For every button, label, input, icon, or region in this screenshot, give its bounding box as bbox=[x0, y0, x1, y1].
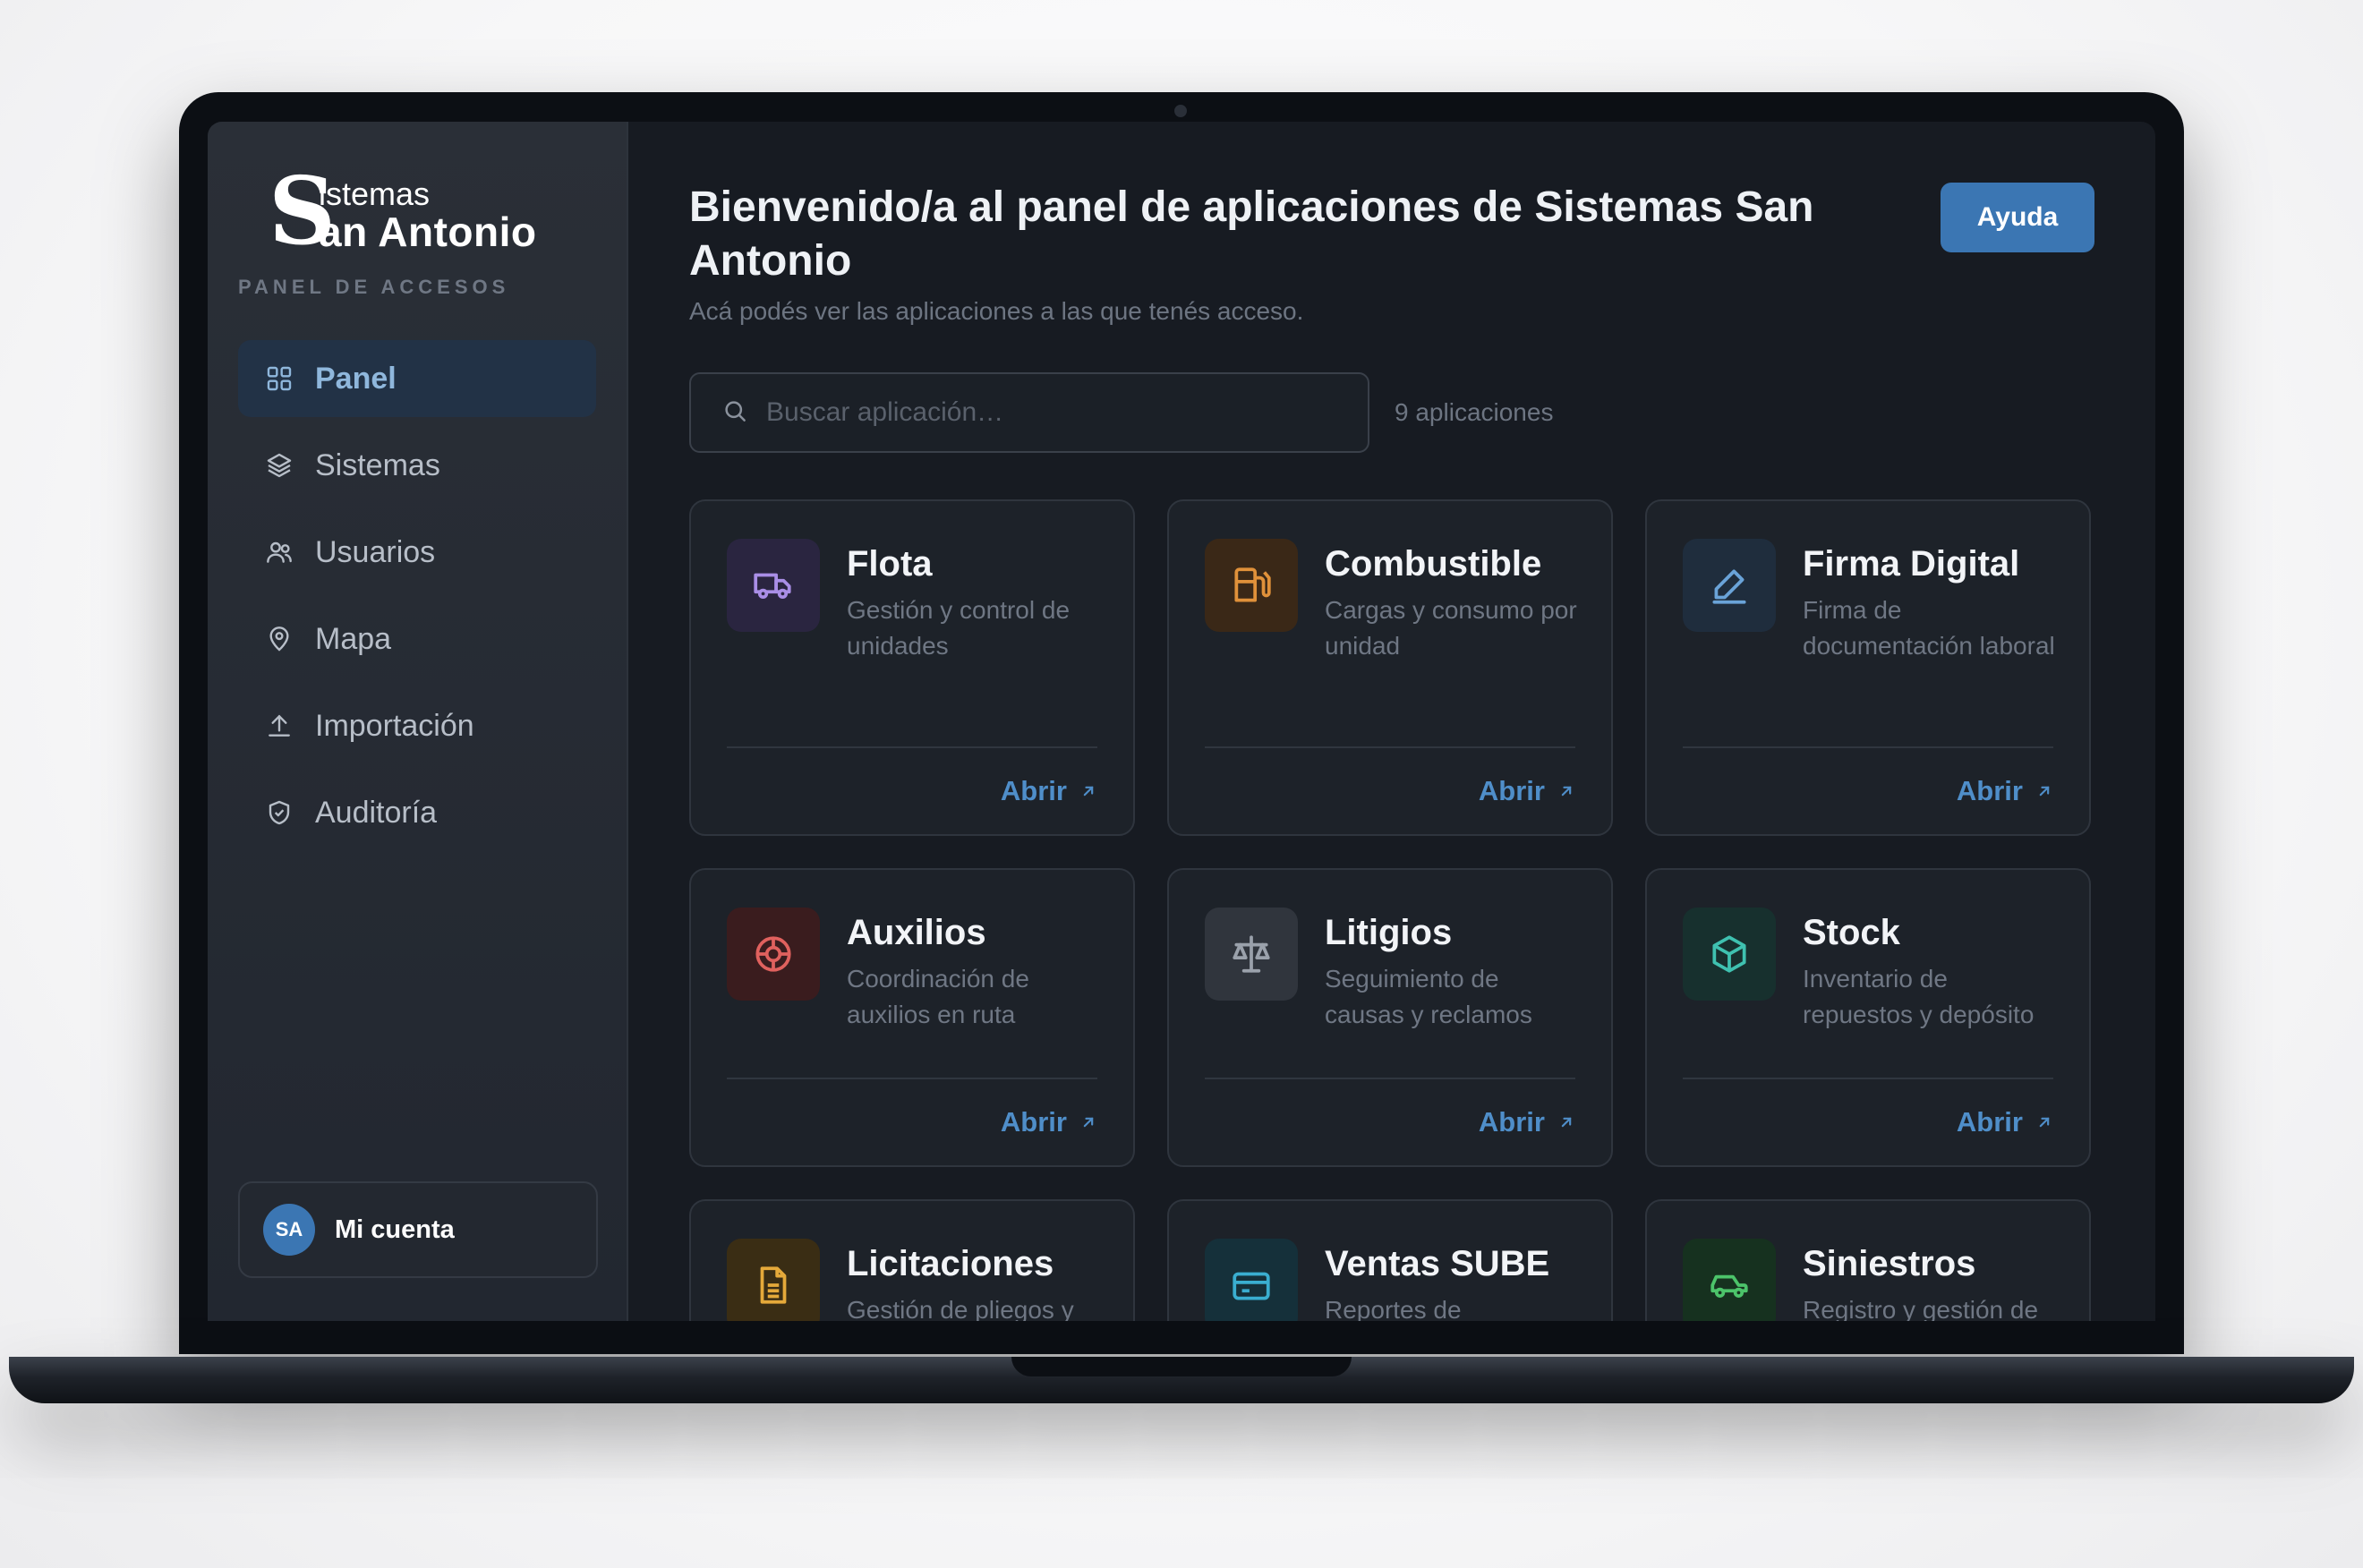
app-card-flota[interactable]: Flota Gestión y control de unidades Abri… bbox=[689, 499, 1135, 836]
external-arrow-icon bbox=[1083, 1117, 1094, 1128]
sidebar-item-label: Usuarios bbox=[315, 534, 436, 569]
sidebar-item-label: Importación bbox=[315, 708, 474, 743]
shield-check-icon bbox=[263, 797, 295, 829]
open-label: Abrir bbox=[1956, 1106, 2023, 1138]
sidebar-item-label: Mapa bbox=[315, 621, 392, 656]
search-box[interactable] bbox=[689, 372, 1369, 453]
app-title: Stock bbox=[1803, 913, 1900, 952]
app-title: Ventas SUBE bbox=[1325, 1244, 1550, 1283]
app-card-ventas-sube[interactable]: Ventas SUBE Reportes de bbox=[1167, 1199, 1613, 1321]
sidebar-item-label: Panel bbox=[315, 361, 397, 396]
app-count: 9 aplicaciones bbox=[1395, 398, 1554, 426]
section-label: PANEL DE ACCESOS bbox=[238, 276, 510, 298]
app-description: Inventario de repuestos y depósito bbox=[1803, 965, 2035, 1028]
app-description: Registro y gestión de bbox=[1803, 1296, 2039, 1321]
app-description: Gestión y control de unidades bbox=[847, 596, 1071, 660]
brand-logo[interactable]: S istemas an Antonio bbox=[269, 165, 596, 270]
external-arrow-icon bbox=[2039, 786, 2050, 797]
open-label: Abrir bbox=[1478, 775, 1545, 806]
open-link[interactable]: Abrir bbox=[1001, 775, 1097, 807]
sidebar-nav: Panel Sistemas Usuarios Mapa Importación… bbox=[238, 340, 596, 851]
app-card-licitaciones[interactable]: Licitaciones Gestión de pliegos y bbox=[689, 1199, 1135, 1321]
sidebar-item-label: Sistemas bbox=[315, 447, 440, 482]
page-title: Bienvenido/a al panel de aplicaciones de… bbox=[689, 183, 1814, 285]
sidebar: S istemas an Antonio PANEL DE ACCESOS Pa… bbox=[208, 122, 628, 1321]
open-label: Abrir bbox=[1956, 775, 2023, 806]
sidebar-item-mapa[interactable]: Mapa bbox=[238, 601, 596, 677]
open-link[interactable]: Abrir bbox=[1001, 1106, 1097, 1138]
app-description: Coordinación de auxilios en ruta bbox=[847, 965, 1029, 1028]
app-description: Reportes de bbox=[1325, 1296, 1462, 1321]
map-pin-icon bbox=[263, 623, 295, 655]
sidebar-item-usuarios[interactable]: Usuarios bbox=[238, 514, 596, 591]
apps-grid: Flota Gestión y control de unidades Abri… bbox=[689, 499, 2094, 1321]
sidebar-item-panel[interactable]: Panel bbox=[238, 340, 596, 417]
box-icon bbox=[1683, 908, 1776, 1001]
app-card-combustible[interactable]: Combustible Cargas y consumo por unidad … bbox=[1167, 499, 1613, 836]
scale-icon bbox=[1205, 908, 1298, 1001]
users-icon bbox=[263, 536, 295, 568]
grid-icon bbox=[263, 362, 295, 395]
sidebar-item-sistemas[interactable]: Sistemas bbox=[238, 427, 596, 504]
upload-icon bbox=[263, 710, 295, 742]
app-description: Cargas y consumo por unidad bbox=[1325, 596, 1577, 660]
app-description: Firma de documentación laboral bbox=[1803, 596, 2055, 660]
open-link[interactable]: Abrir bbox=[1479, 775, 1575, 807]
sidebar-item-auditoria[interactable]: Auditoría bbox=[238, 774, 596, 851]
account-button[interactable]: SA Mi cuenta bbox=[238, 1181, 598, 1278]
external-arrow-icon bbox=[2039, 1117, 2050, 1128]
main-content: Bienvenido/a al panel de aplicaciones de… bbox=[628, 122, 2155, 1321]
open-label: Abrir bbox=[1000, 1106, 1067, 1138]
app-title: Siniestros bbox=[1803, 1244, 1976, 1283]
open-label: Abrir bbox=[1478, 1106, 1545, 1138]
external-arrow-icon bbox=[1561, 1117, 1572, 1128]
app-title: Litigios bbox=[1325, 913, 1453, 952]
open-label: Abrir bbox=[1000, 775, 1067, 806]
avatar: SA bbox=[263, 1204, 315, 1256]
external-arrow-icon bbox=[1561, 786, 1572, 797]
pen-icon bbox=[1683, 539, 1776, 632]
app-card-auxilios[interactable]: Auxilios Coordinación de auxilios en rut… bbox=[689, 868, 1135, 1167]
help-button[interactable]: Ayuda bbox=[1941, 183, 2094, 252]
open-link[interactable]: Abrir bbox=[1957, 1106, 2053, 1138]
camera-icon bbox=[1174, 105, 1187, 117]
app-title: Firma Digital bbox=[1803, 544, 2020, 584]
fuel-icon bbox=[1205, 539, 1298, 632]
search-row: 9 aplicaciones bbox=[689, 372, 2094, 453]
truck-icon bbox=[727, 539, 820, 632]
laptop-notch bbox=[1011, 1357, 1352, 1376]
card-icon bbox=[1205, 1239, 1298, 1321]
page-subtitle: Acá podés ver las aplicaciones a las que… bbox=[689, 297, 1304, 325]
sidebar-item-label: Auditoría bbox=[315, 795, 438, 830]
logo-line-2: an Antonio bbox=[319, 209, 537, 255]
app-title: Combustible bbox=[1325, 544, 1542, 584]
app-description: Gestión de pliegos y bbox=[847, 1296, 1074, 1321]
sidebar-item-importacion[interactable]: Importación bbox=[238, 687, 596, 764]
app-card-litigios[interactable]: Litigios Seguimiento de causas y reclamo… bbox=[1167, 868, 1613, 1167]
account-label: Mi cuenta bbox=[335, 1214, 455, 1244]
open-link[interactable]: Abrir bbox=[1957, 775, 2053, 807]
app-title: Licitaciones bbox=[847, 1244, 1054, 1283]
app-description: Seguimiento de causas y reclamos bbox=[1325, 965, 1532, 1028]
document-icon bbox=[727, 1239, 820, 1321]
app-card-siniestros[interactable]: Siniestros Registro y gestión de bbox=[1645, 1199, 2091, 1321]
app-title: Flota bbox=[847, 544, 933, 584]
external-arrow-icon bbox=[1083, 786, 1094, 797]
app-card-firma-digital[interactable]: Firma Digital Firma de documentación lab… bbox=[1645, 499, 2091, 836]
search-icon bbox=[721, 397, 748, 429]
layers-icon bbox=[263, 449, 295, 481]
open-link[interactable]: Abrir bbox=[1479, 1106, 1575, 1138]
app-card-stock[interactable]: Stock Inventario de repuestos y depósito… bbox=[1645, 868, 2091, 1167]
app-window: S istemas an Antonio PANEL DE ACCESOS Pa… bbox=[208, 122, 2155, 1321]
search-input[interactable] bbox=[766, 397, 1339, 428]
car-icon bbox=[1683, 1239, 1776, 1321]
lifebuoy-icon bbox=[727, 908, 820, 1001]
app-title: Auxilios bbox=[847, 913, 986, 952]
